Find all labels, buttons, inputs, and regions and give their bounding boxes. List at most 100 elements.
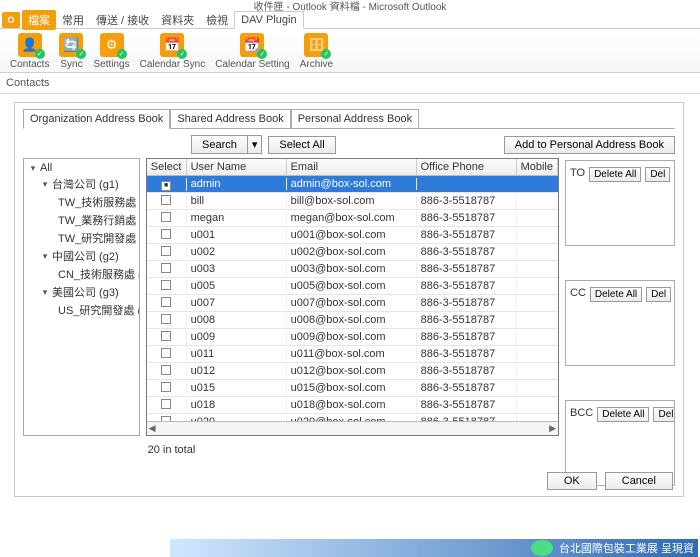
table-row[interactable]: u005u005@box-sol.com886-3-5518787 [147,278,558,295]
bcc-delete-button[interactable]: Del [653,407,675,422]
to-delete-all-button[interactable]: Delete All [589,167,641,182]
checkbox-icon[interactable] [161,348,171,358]
tree-toggle-icon[interactable]: ▾ [28,163,38,174]
tree-node[interactable]: TW_研究開發處 (g1_rd) [28,229,135,247]
row-phone: 886-3-5518787 [417,263,517,275]
tab-shared-address-book[interactable]: Shared Address Book [170,109,290,129]
table-row[interactable]: billbill@box-sol.com886-3-5518787 [147,193,558,210]
select-all-button[interactable]: Select All [268,136,335,154]
tab-personal-address-book[interactable]: Personal Address Book [291,109,419,129]
search-button[interactable]: Search [191,135,248,154]
ribbon-tab-file[interactable]: 檔案 [22,10,56,30]
table-row[interactable]: u007u007@box-sol.com886-3-5518787 [147,295,558,312]
checkbox-icon[interactable] [161,399,171,409]
row-select-cell[interactable] [147,399,187,412]
tree-node[interactable]: TW_技術服務處 (g1-1) [28,193,135,211]
table-row[interactable]: u003u003@box-sol.com886-3-5518787 [147,261,558,278]
header-select[interactable]: Select [147,159,187,175]
checkbox-icon[interactable] [161,195,171,205]
row-select-cell[interactable] [147,280,187,293]
table-row[interactable]: u015u015@box-sol.com886-3-5518787 [147,380,558,397]
cancel-button[interactable]: Cancel [605,472,673,490]
row-select-cell[interactable] [147,314,187,327]
horizontal-scrollbar[interactable]: ◀ ▶ [147,421,558,435]
add-to-personal-button[interactable]: Add to Personal Address Book [504,136,675,154]
checkbox-icon[interactable] [161,263,171,273]
row-select-cell[interactable] [147,348,187,361]
tree-node[interactable]: ▾台灣公司 (g1) [28,175,135,193]
to-delete-button[interactable]: Del [645,167,670,182]
checkbox-icon[interactable] [161,181,171,191]
row-select-cell[interactable] [147,195,187,208]
scroll-right-icon[interactable]: ▶ [549,423,556,434]
table-row[interactable]: u008u008@box-sol.com886-3-5518787 [147,312,558,329]
checkbox-icon[interactable] [161,331,171,341]
row-select-cell[interactable] [147,331,187,344]
ok-button[interactable]: OK [547,472,597,490]
row-phone: 886-3-5518787 [417,399,517,411]
row-select-cell[interactable] [147,365,187,378]
tree-node[interactable]: TW_業務行銷處 (g1_sales) [28,211,135,229]
row-select-cell[interactable] [147,246,187,259]
ribbon-btn-contacts[interactable]: 👤✓Contacts [6,33,53,70]
tree-node[interactable]: ▾All [28,161,135,175]
header-email[interactable]: Email [287,159,417,175]
row-email: u008@box-sol.com [287,314,417,326]
checkbox-icon[interactable] [161,246,171,256]
ribbon-btn-calendar-sync[interactable]: 📅✓Calendar Sync [136,33,210,70]
cc-delete-all-button[interactable]: Delete All [590,287,642,302]
bcc-delete-all-button[interactable]: Delete All [597,407,649,422]
table-row[interactable]: u011u011@box-sol.com886-3-5518787 [147,346,558,363]
row-select-cell[interactable] [147,263,187,276]
ribbon-btn-calendar-setting[interactable]: 📆✓Calendar Setting [211,33,294,70]
cc-delete-button[interactable]: Del [646,287,671,302]
header-user[interactable]: User Name [187,159,287,175]
ribbon-btn-sync[interactable]: 🔄✓Sync [55,33,87,70]
table-row[interactable]: adminadmin@box-sol.com [147,176,558,193]
tree-node[interactable]: ▾美國公司 (g3) [28,283,135,301]
group-tree[interactable]: ▾All▾台灣公司 (g1)TW_技術服務處 (g1-1)TW_業務行銷處 (g… [23,158,140,436]
tree-toggle-icon[interactable]: ▾ [40,251,50,262]
table-row[interactable]: u012u012@box-sol.com886-3-5518787 [147,363,558,380]
checkbox-icon[interactable] [161,365,171,375]
ad-banner: 台北國際包裝工業展 呈現資 [170,539,698,557]
row-select-cell[interactable] [147,229,187,242]
checkbox-icon[interactable] [161,212,171,222]
archive-icon: 🗄✓ [304,33,328,57]
ribbon-tab-view[interactable]: 檢視 [200,10,234,30]
row-phone: 886-3-5518787 [417,348,517,360]
row-select-cell[interactable] [147,297,187,310]
tree-node[interactable]: CN_技術服務處 (g2_1) [28,265,135,283]
ribbon-btn-archive[interactable]: 🗄✓Archive [296,33,337,70]
table-row[interactable]: meganmegan@box-sol.com886-3-5518787 [147,210,558,227]
ribbon-tab-davplugin[interactable]: DAV Plugin [234,11,303,29]
table-row[interactable]: u018u018@box-sol.com886-3-5518787 [147,397,558,414]
ribbon-tab-folder[interactable]: 資料夾 [155,10,200,30]
table-row[interactable]: u002u002@box-sol.com886-3-5518787 [147,244,558,261]
search-dropdown-button[interactable]: ▾ [248,135,263,154]
ribbon-tab-home[interactable]: 常用 [56,10,90,30]
tree-node[interactable]: US_研究開發處 (g3_rd) [28,301,135,319]
row-select-cell[interactable] [147,178,187,191]
table-row[interactable]: u009u009@box-sol.com886-3-5518787 [147,329,558,346]
table-row[interactable]: u001u001@box-sol.com886-3-5518787 [147,227,558,244]
checkbox-icon[interactable] [161,229,171,239]
ribbon-btn-settings[interactable]: ⚙✓Settings [89,33,133,70]
tree-toggle-icon[interactable]: ▾ [40,179,50,190]
row-select-cell[interactable] [147,212,187,225]
checkbox-icon[interactable] [161,382,171,392]
tab-org-address-book[interactable]: Organization Address Book [23,109,170,129]
tree-toggle-icon[interactable]: ▾ [40,287,50,298]
checkbox-icon[interactable] [161,280,171,290]
row-select-cell[interactable] [147,382,187,395]
contacts-icon: 👤✓ [18,33,42,57]
checkbox-icon[interactable] [161,297,171,307]
table-row[interactable]: u020u020@box-sol.com886-3-5518787 [147,414,558,421]
row-user: bill [187,195,287,207]
header-phone[interactable]: Office Phone [417,159,517,175]
checkbox-icon[interactable] [161,314,171,324]
ribbon-tab-sendreceive[interactable]: 傳送 / 接收 [90,10,155,30]
scroll-left-icon[interactable]: ◀ [149,423,156,434]
tree-node[interactable]: ▾中國公司 (g2) [28,247,135,265]
header-mobile[interactable]: Mobile [517,159,558,175]
